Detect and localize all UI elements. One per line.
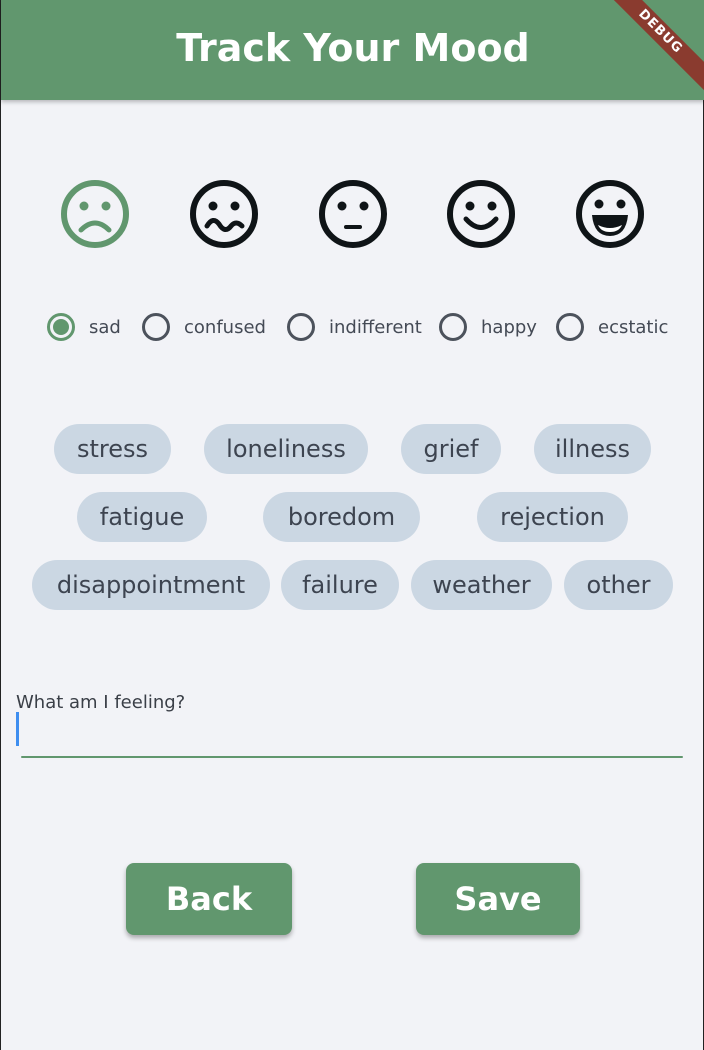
chip-stress[interactable]: stress [54, 424, 171, 474]
text-cursor [16, 712, 19, 746]
radio-sad[interactable]: sad [47, 310, 121, 344]
app-bar: Track Your Mood DEBUG [1, 0, 704, 100]
chip-weather[interactable]: weather [411, 560, 552, 610]
chip-loneliness[interactable]: loneliness [204, 424, 368, 474]
mood-radio-group: sad confused indifferent happy ecstatic [1, 310, 704, 344]
chip-disappointment[interactable]: disappointment [32, 560, 270, 610]
radio-button[interactable] [556, 313, 584, 341]
radio-ecstatic[interactable]: ecstatic [556, 310, 668, 344]
chip-illness[interactable]: illness [534, 424, 651, 474]
radio-label: sad [89, 316, 121, 338]
radio-button-selected[interactable] [47, 313, 75, 341]
radio-label: indifferent [329, 316, 422, 338]
radio-label: confused [184, 316, 266, 338]
radio-button[interactable] [439, 313, 467, 341]
save-button[interactable]: Save [416, 863, 580, 935]
back-button[interactable]: Back [126, 863, 292, 935]
chip-grief[interactable]: grief [401, 424, 501, 474]
radio-indifferent[interactable]: indifferent [287, 310, 422, 344]
radio-confused[interactable]: confused [142, 310, 266, 344]
mood-faces [1, 178, 704, 254]
chip-other[interactable]: other [564, 560, 673, 610]
radio-button[interactable] [142, 313, 170, 341]
feeling-input-label: What am I feeling? [16, 692, 186, 713]
chip-rejection[interactable]: rejection [477, 492, 628, 542]
chip-boredom[interactable]: boredom [263, 492, 420, 542]
sad-face-icon[interactable] [59, 178, 131, 250]
feeling-input-underline[interactable] [21, 756, 683, 758]
radio-happy[interactable]: happy [439, 310, 537, 344]
ecstatic-face-icon[interactable] [574, 178, 646, 250]
neutral-face-icon[interactable] [317, 178, 389, 250]
radio-button[interactable] [287, 313, 315, 341]
radio-label: ecstatic [598, 316, 669, 338]
chip-failure[interactable]: failure [281, 560, 399, 610]
radio-label: happy [481, 316, 537, 338]
debug-label: DEBUG [595, 0, 704, 100]
chip-fatigue[interactable]: fatigue [77, 492, 207, 542]
debug-banner: DEBUG [595, 0, 704, 110]
radio-dot [53, 319, 69, 335]
app-title: Track Your Mood [176, 26, 530, 70]
confused-face-icon[interactable] [188, 178, 260, 250]
happy-face-icon[interactable] [445, 178, 517, 250]
